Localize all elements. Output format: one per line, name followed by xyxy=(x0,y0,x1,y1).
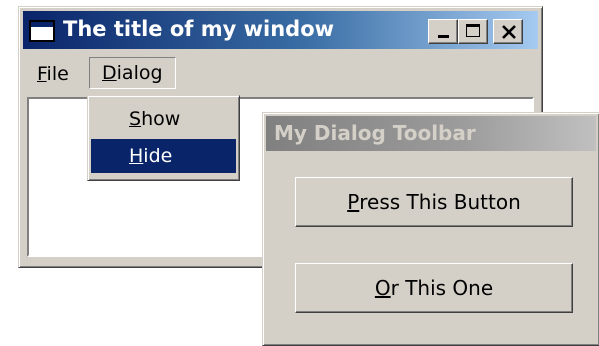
menu-item-show[interactable]: Show xyxy=(91,102,236,136)
menu-item-hide-label: ide xyxy=(143,145,173,167)
menu-item-hide-mnemonic: H xyxy=(129,145,144,167)
minimize-icon xyxy=(438,35,449,38)
dialog-toolbar-titlebar[interactable]: My Dialog Toolbar xyxy=(266,116,596,151)
dialog-toolbar-title: My Dialog Toolbar xyxy=(274,121,476,145)
minimize-button[interactable] xyxy=(428,19,458,44)
menu-file[interactable]: File xyxy=(29,61,77,87)
press-this-button[interactable]: Press This Button xyxy=(295,177,573,227)
menu-file-label: ile xyxy=(46,63,69,85)
dialog-toolbar-window: My Dialog Toolbar Press This Button Or T… xyxy=(262,112,599,346)
menu-dialog-label: ialog xyxy=(116,62,163,84)
dialog-menu-dropdown: Show Hide xyxy=(87,95,240,181)
maximize-button[interactable] xyxy=(458,19,488,44)
close-button[interactable] xyxy=(493,19,523,44)
or-this-one-button-mnemonic: O xyxy=(374,276,391,300)
window-app-icon[interactable] xyxy=(29,20,55,42)
maximize-icon xyxy=(466,24,480,37)
close-icon xyxy=(502,25,516,39)
menu-dialog-mnemonic: D xyxy=(102,62,117,84)
press-this-button-label: ress This Button xyxy=(359,190,521,214)
menubar: File Dialog xyxy=(23,53,538,93)
or-this-one-button[interactable]: Or This One xyxy=(295,263,573,313)
or-this-one-button-label: r This One xyxy=(390,276,494,300)
main-window-title: The title of my window xyxy=(63,17,335,41)
main-window-titlebar[interactable]: The title of my window xyxy=(23,11,538,49)
press-this-button-mnemonic: P xyxy=(347,190,360,214)
menu-file-mnemonic: F xyxy=(37,63,47,85)
menu-item-show-label: how xyxy=(141,108,181,130)
menu-dialog[interactable]: Dialog xyxy=(89,57,176,89)
menu-item-show-mnemonic: S xyxy=(129,108,142,130)
menu-item-hide[interactable]: Hide xyxy=(91,139,236,173)
